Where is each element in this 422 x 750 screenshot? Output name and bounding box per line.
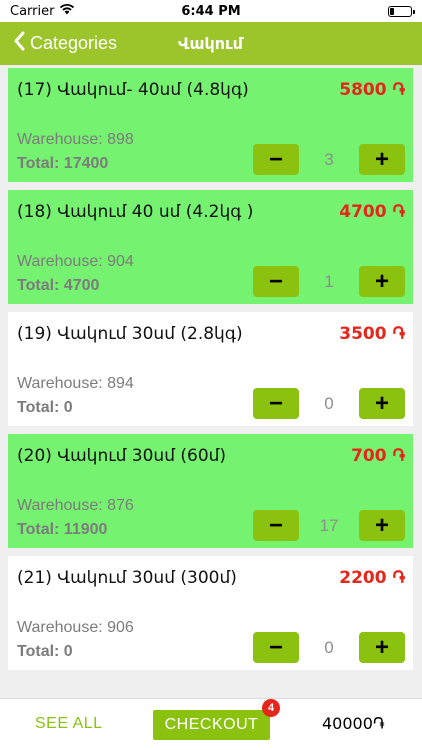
decrease-quantity-button[interactable]: −: [253, 510, 299, 541]
line-total: Total: 0: [17, 399, 73, 416]
cart-total: 40000֏: [322, 714, 385, 733]
chevron-left-icon: [12, 30, 26, 57]
line-total: Total: 0: [17, 643, 73, 660]
product-price: 2200 ֏: [339, 568, 405, 588]
product-card[interactable]: (17) Վակում- 40սմ (4.8կգ) 5800 ֏ Warehou…: [8, 68, 413, 182]
product-price: 700 ֏: [351, 446, 405, 466]
quantity-value: 0: [324, 638, 334, 657]
line-total: Total: 11900: [17, 521, 108, 538]
product-name: (20) Վակում 30սմ (60մ): [17, 446, 227, 466]
wifi-icon: [59, 3, 75, 19]
warehouse-stock: Warehouse: 876: [17, 497, 134, 514]
product-list: (17) Վակում- 40սմ (4.8կգ) 5800 ֏ Warehou…: [8, 68, 413, 678]
back-label: Categories: [30, 33, 118, 53]
quantity-value: 3: [324, 150, 334, 169]
decrease-quantity-button[interactable]: −: [253, 388, 299, 419]
status-bar: Carrier 6:44 PM: [0, 0, 422, 22]
bottom-bar: SEE ALL CHECKOUT 4 40000֏: [0, 698, 422, 750]
product-card[interactable]: (20) Վակում 30սմ (60մ) 700 ֏ Warehouse: …: [8, 434, 413, 548]
nav-bar: Categories Վակում: [0, 22, 422, 65]
quantity-value: 1: [324, 272, 334, 291]
line-total: Total: 4700: [17, 277, 100, 294]
product-name: (19) Վակում 30սմ (2.8կգ): [17, 324, 243, 344]
quantity-value: 0: [324, 394, 334, 413]
decrease-quantity-button[interactable]: −: [253, 632, 299, 663]
product-card[interactable]: (18) Վակում 40 սմ (4.2կգ ) 4700 ֏ Wareho…: [8, 190, 413, 304]
warehouse-stock: Warehouse: 906: [17, 619, 134, 636]
page-title: Վակում: [178, 34, 243, 53]
warehouse-stock: Warehouse: 898: [17, 131, 134, 148]
product-price: 3500 ֏: [339, 324, 405, 344]
product-price: 5800 ֏: [339, 80, 405, 100]
status-left: Carrier: [10, 3, 75, 19]
product-name: (18) Վակում 40 սմ (4.2կգ ): [17, 202, 254, 222]
product-card[interactable]: (21) Վակում 30սմ (300մ) 2200 ֏ Warehouse…: [8, 556, 413, 670]
increase-quantity-button[interactable]: +: [359, 632, 405, 663]
see-all-button[interactable]: SEE ALL: [35, 715, 103, 733]
product-price: 4700 ֏: [339, 202, 405, 222]
battery-icon: [388, 5, 415, 17]
warehouse-stock: Warehouse: 894: [17, 375, 134, 392]
quantity-value: 17: [319, 516, 339, 535]
carrier-label: Carrier: [10, 3, 55, 19]
product-name: (21) Վակում 30սմ (300մ): [17, 568, 237, 588]
product-name: (17) Վակում- 40սմ (4.8կգ): [17, 80, 249, 100]
checkout-button[interactable]: CHECKOUT: [153, 710, 270, 740]
warehouse-stock: Warehouse: 904: [17, 253, 134, 270]
increase-quantity-button[interactable]: +: [359, 144, 405, 175]
product-card[interactable]: (19) Վակում 30սմ (2.8կգ) 3500 ֏ Warehous…: [8, 312, 413, 426]
increase-quantity-button[interactable]: +: [359, 266, 405, 297]
cart-count-badge: 4: [262, 699, 280, 717]
decrease-quantity-button[interactable]: −: [253, 144, 299, 175]
increase-quantity-button[interactable]: +: [359, 510, 405, 541]
decrease-quantity-button[interactable]: −: [253, 266, 299, 297]
line-total: Total: 17400: [17, 155, 109, 172]
battery-level: [390, 7, 394, 15]
back-button[interactable]: Categories: [12, 22, 117, 65]
increase-quantity-button[interactable]: +: [359, 388, 405, 419]
